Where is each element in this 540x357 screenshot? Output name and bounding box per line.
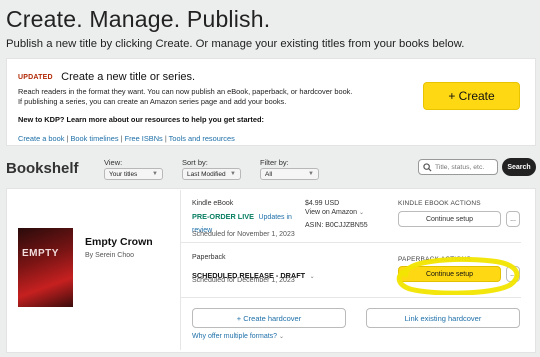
paperback-format: Paperback bbox=[192, 254, 226, 261]
chevron-down-icon: ▼ bbox=[308, 171, 314, 177]
search-input[interactable]: Title, status, etc. bbox=[418, 159, 498, 175]
view-on-amazon[interactable]: View on Amazon ⌄ bbox=[305, 209, 364, 216]
cover-text: EMPTY bbox=[22, 248, 59, 259]
divider bbox=[181, 242, 521, 243]
book-cover[interactable]: EMPTY bbox=[18, 228, 73, 307]
paperback-scheduled: Scheduled for December 1, 2023 bbox=[192, 277, 295, 284]
create-button[interactable]: + Create bbox=[423, 82, 520, 110]
ebook-more-button[interactable]: ... bbox=[506, 211, 520, 227]
resource-links: Create a book | Book timelines | Free IS… bbox=[18, 134, 235, 143]
promo-paragraph: Reach readers in the format they want. Y… bbox=[18, 87, 353, 106]
view-select[interactable]: Your titles ▼ bbox=[104, 168, 163, 180]
ebook-scheduled: Scheduled for November 1, 2023 bbox=[192, 231, 295, 238]
ebook-asin: ASIN: B0CJJZBN55 bbox=[305, 222, 368, 229]
ebook-status: PRE-ORDER LIVE bbox=[192, 212, 255, 221]
book-author: By Serein Choo bbox=[85, 252, 135, 259]
filter-label: Filter by: bbox=[260, 158, 289, 167]
divider bbox=[181, 297, 521, 298]
link-tools-resources[interactable]: Tools and resources bbox=[169, 134, 235, 143]
sort-filter: Sort by: Last Modified ▼ bbox=[182, 158, 241, 180]
ebook-actions-label: KINDLE EBOOK ACTIONS bbox=[398, 200, 481, 207]
highlight-annotation bbox=[396, 257, 520, 295]
filter-by: Filter by: All ▼ bbox=[260, 158, 319, 180]
page-subtitle: Publish a new title by clicking Create. … bbox=[6, 38, 465, 50]
book-title: Empty Crown bbox=[85, 236, 153, 248]
ebook-continue-setup-button[interactable]: Continue setup bbox=[398, 211, 501, 227]
sort-select[interactable]: Last Modified ▼ bbox=[182, 168, 241, 180]
page-title: Create. Manage. Publish. bbox=[6, 6, 271, 32]
ebook-format: Kindle eBook bbox=[192, 200, 234, 207]
divider bbox=[180, 190, 181, 350]
chevron-down-icon: ▼ bbox=[152, 171, 158, 177]
learn-more-text: New to KDP? Learn more about our resourc… bbox=[18, 115, 264, 124]
why-multiple-formats-link[interactable]: Why offer multiple formats? ⌄ bbox=[192, 333, 284, 340]
chevron-down-icon[interactable]: ⌄ bbox=[310, 274, 315, 280]
search-button[interactable]: Search bbox=[502, 158, 536, 176]
search-icon bbox=[423, 162, 432, 172]
chevron-down-icon: ⌄ bbox=[279, 334, 285, 340]
ebook-price: $4.99 USD bbox=[305, 200, 340, 207]
sort-label: Sort by: bbox=[182, 158, 208, 167]
search-placeholder: Title, status, etc. bbox=[435, 163, 485, 171]
chevron-down-icon: ⌄ bbox=[358, 210, 364, 216]
filter-select[interactable]: All ▼ bbox=[260, 168, 319, 180]
promo-heading: Create a new title or series. bbox=[61, 71, 196, 83]
create-hardcover-button[interactable]: + Create hardcover bbox=[192, 308, 346, 328]
link-free-isbns[interactable]: Free ISBNs bbox=[125, 134, 163, 143]
link-book-timelines[interactable]: Book timelines bbox=[70, 134, 118, 143]
link-hardcover-button[interactable]: Link existing hardcover bbox=[366, 308, 520, 328]
link-create-book[interactable]: Create a book bbox=[18, 134, 64, 143]
promo-heading-row: UPDATED Create a new title or series. bbox=[18, 67, 195, 85]
view-filter: View: Your titles ▼ bbox=[104, 158, 163, 180]
updated-badge: UPDATED bbox=[18, 74, 53, 81]
chevron-down-icon: ▼ bbox=[230, 171, 236, 177]
bookshelf-title: Bookshelf bbox=[6, 160, 79, 177]
view-label: View: bbox=[104, 158, 123, 167]
